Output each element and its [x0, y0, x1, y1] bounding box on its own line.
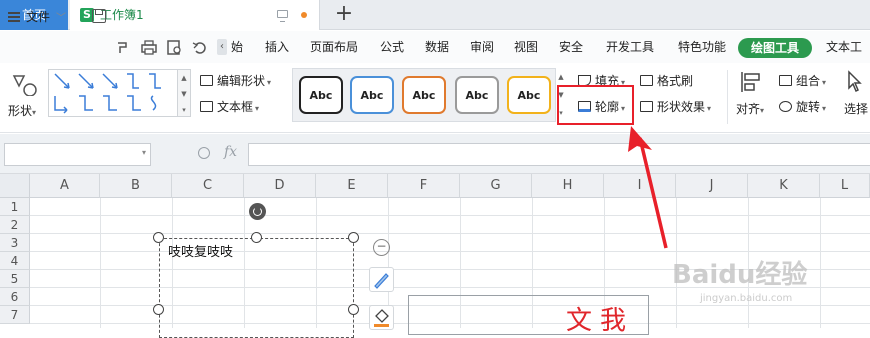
function-icon[interactable]: fx — [224, 144, 237, 160]
gridline — [30, 251, 870, 252]
menu-item-page-layout[interactable]: 页面布局 — [310, 31, 358, 63]
undo-history-icon[interactable] — [115, 40, 131, 56]
menu-item-special-features[interactable]: 特色功能 — [678, 31, 726, 63]
menu-item-view[interactable]: 视图 — [514, 31, 538, 63]
resize-handle[interactable] — [153, 304, 164, 315]
rotate-icon — [779, 101, 792, 112]
resize-handle[interactable] — [348, 304, 359, 315]
print-preview-icon[interactable] — [167, 40, 183, 56]
group-icon — [779, 75, 792, 86]
connector-arrows-icon — [54, 73, 161, 114]
column-header[interactable]: K — [748, 174, 820, 198]
column-header[interactable]: L — [820, 174, 870, 198]
resize-handle[interactable] — [153, 232, 164, 243]
format-painter-icon — [640, 75, 653, 86]
edit-shape-icon — [200, 75, 213, 86]
name-box[interactable]: ▾ — [4, 143, 151, 166]
row-header[interactable]: 1 — [0, 198, 30, 216]
column-header[interactable]: A — [30, 174, 100, 198]
menu-item-text-tools[interactable]: 文本工具 — [826, 31, 870, 86]
collapse-float-toolbar-button[interactable]: − — [373, 239, 390, 256]
annotation-highlight-box — [557, 85, 634, 125]
resize-handle[interactable] — [348, 232, 359, 243]
baidu-watermark: Baidu经验 — [672, 260, 808, 290]
column-header[interactable]: G — [460, 174, 532, 198]
shape-effects-button[interactable]: 形状效果 ▾ — [640, 97, 711, 117]
text-box-icon — [200, 101, 213, 112]
select-all-corner[interactable] — [0, 174, 30, 198]
save-icon[interactable] — [92, 9, 106, 23]
menu-item-formulas[interactable]: 公式 — [380, 31, 404, 63]
menu-item-developer-tools[interactable]: 开发工具 — [606, 31, 654, 63]
column-header[interactable]: H — [532, 174, 604, 198]
formula-input[interactable] — [248, 143, 870, 166]
shape-button-label: 形状▾ — [8, 104, 37, 118]
shapes-icon — [12, 75, 37, 96]
text-box-2-content[interactable]: 文我 — [566, 300, 634, 337]
connector-gallery-scroll[interactable]: ▲ ▼ ▾ — [178, 69, 191, 117]
column-header[interactable]: C — [172, 174, 244, 198]
menu-item-data[interactable]: 数据 — [425, 31, 449, 63]
row-header[interactable]: 5 — [0, 270, 30, 288]
brush-icon — [374, 273, 389, 289]
workbook-name: 工作簿1 — [100, 8, 144, 22]
shape-style-float-button[interactable] — [369, 267, 394, 292]
menu-item-security[interactable]: 安全 — [559, 31, 583, 63]
style-swatch[interactable]: Abc — [402, 76, 446, 114]
style-swatch[interactable]: Abc — [350, 76, 394, 114]
style-swatch[interactable]: Abc — [507, 76, 551, 114]
chevron-down-icon: ▾ — [141, 148, 146, 157]
group-button[interactable]: 组合 ▾ — [779, 71, 826, 91]
select-icon — [848, 70, 862, 93]
file-menu-label: 文件 — [26, 10, 51, 24]
scroll-menu-left-button[interactable]: ‹ — [217, 39, 227, 55]
row-header[interactable]: 4 — [0, 252, 30, 270]
align-icon — [741, 72, 760, 92]
gridline — [820, 198, 821, 328]
select-button[interactable]: 选择 — [840, 70, 870, 124]
undo-icon[interactable] — [192, 40, 208, 56]
gridline — [100, 198, 101, 328]
style-swatch[interactable]: Abc — [299, 76, 343, 114]
file-menu[interactable]: 文件 ﹀ — [8, 8, 66, 26]
gridline — [30, 215, 870, 216]
shape-effects-icon — [640, 101, 653, 112]
print-icon[interactable] — [141, 40, 157, 56]
menu-item-start[interactable]: 始 — [231, 31, 243, 63]
row-header[interactable]: 3 — [0, 234, 30, 252]
fill-float-button[interactable] — [369, 305, 394, 330]
baidu-watermark-url: jingyan.baidu.com — [700, 293, 793, 304]
text-box-button[interactable]: 文本框 ▾ — [200, 97, 259, 117]
ribbon-divider — [727, 70, 728, 124]
row-header[interactable]: 6 — [0, 288, 30, 306]
rotate-button[interactable]: 旋转 ▾ — [779, 97, 826, 117]
column-header[interactable]: I — [604, 174, 676, 198]
zoom-icon[interactable] — [198, 147, 210, 159]
menu-item-insert[interactable]: 插入 — [265, 31, 289, 63]
row-header[interactable]: 7 — [0, 306, 30, 324]
connector-gallery[interactable] — [48, 69, 178, 117]
rotate-handle-icon[interactable] — [249, 203, 266, 220]
row-header[interactable]: 2 — [0, 216, 30, 234]
align-button[interactable]: 对齐▾ — [736, 70, 766, 124]
column-header[interactable]: F — [388, 174, 460, 198]
column-header[interactable]: B — [100, 174, 172, 198]
column-header[interactable]: E — [316, 174, 388, 198]
tab-drawing-tools[interactable]: 绘图工具 — [738, 38, 812, 58]
hamburger-icon — [8, 12, 20, 22]
column-header[interactable]: D — [244, 174, 316, 198]
resize-handle[interactable] — [251, 232, 262, 243]
format-painter-button[interactable]: 格式刷 — [640, 71, 693, 91]
shape-button[interactable]: 形状▾ — [6, 72, 46, 124]
monitor-icon[interactable] — [277, 10, 288, 22]
unsaved-indicator — [301, 12, 307, 18]
edit-shape-button[interactable]: 编辑形状 ▾ — [200, 71, 271, 91]
menu-item-review[interactable]: 审阅 — [470, 31, 494, 63]
new-tab-button[interactable]: + — [333, 0, 355, 30]
fill-bucket-icon — [374, 309, 389, 327]
column-header[interactable]: J — [676, 174, 748, 198]
chevron-down-icon: ﹀ — [56, 13, 67, 24]
style-swatch[interactable]: Abc — [455, 76, 499, 114]
text-box-content[interactable]: 吱吱复吱吱 — [168, 241, 233, 260]
